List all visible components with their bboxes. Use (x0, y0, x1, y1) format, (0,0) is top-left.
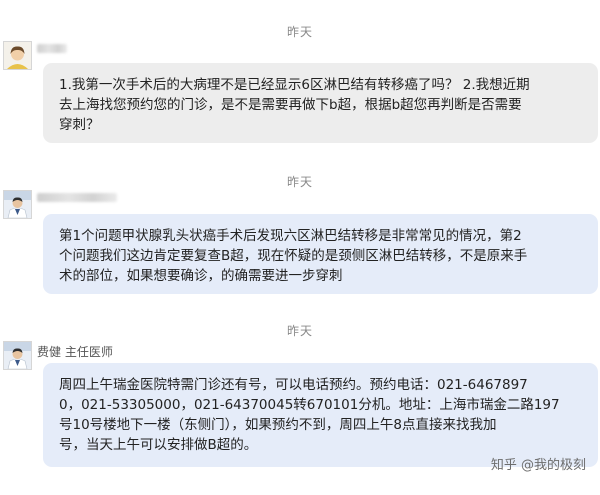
message-line: 个问题我们这边肯定要复查B超，现在怀疑的是颈侧区淋巴结转移，不是原来手 (59, 248, 528, 264)
message-line: 穿刺？ (59, 117, 100, 133)
message-line: 1.我第一次手术后的大病理不是已经显示6区淋巴结有转移癌了吗？ 2.我想近期 (59, 77, 530, 93)
zhihu-watermark: 知乎 @我的极刻 (490, 458, 586, 473)
sender-name: 费健 主任医师 (37, 345, 113, 359)
message-line: 术的部位，如果想要确诊，的确需要进一步穿刺 (59, 268, 343, 284)
doctor-avatar-icon[interactable] (3, 190, 32, 219)
message-bubble[interactable]: 第1个问题甲状腺乳头状癌手术后发现六区淋巴结转移是非常常见的情况，第2 个问题我… (43, 214, 598, 294)
timestamp: 昨天 (286, 324, 313, 338)
sender-name-redacted (37, 193, 117, 202)
message-line: 第1个问题甲状腺乳头状癌手术后发现六区淋巴结转移是非常常见的情况，第2 (59, 228, 522, 244)
doctor-avatar-icon[interactable] (3, 341, 32, 370)
timestamp: 昨天 (286, 175, 313, 189)
timestamp: 昨天 (286, 25, 313, 39)
message-line: 去上海找您预约您的门诊，是不是需要再做下b超，根据b超您再判断是否需要 (59, 97, 522, 113)
message-line: 0，021-53305000，021-64370045转670101分机。地址：… (59, 397, 560, 413)
message-line: 号，当天上午可以安排做B超的。 (59, 437, 258, 453)
message-bubble[interactable]: 周四上午瑞金医院特需门诊还有号，可以电话预约。预约电话：021-6467897 … (43, 363, 598, 467)
message-line: 周四上午瑞金医院特需门诊还有号，可以电话预约。预约电话：021-6467897 (59, 377, 528, 393)
chat-conversation: 昨天 1.我第一次手术后的大病理不是已经显示6区淋巴结有转移癌了吗？ 2.我想近… (0, 0, 600, 495)
sender-name-redacted (37, 44, 67, 53)
message-line: 号10号楼地下一楼（东侧门），如果预约不到，周四上午8点直接来找我加 (59, 417, 497, 433)
patient-avatar-icon[interactable] (3, 41, 32, 70)
message-bubble[interactable]: 1.我第一次手术后的大病理不是已经显示6区淋巴结有转移癌了吗？ 2.我想近期 去… (43, 63, 598, 143)
